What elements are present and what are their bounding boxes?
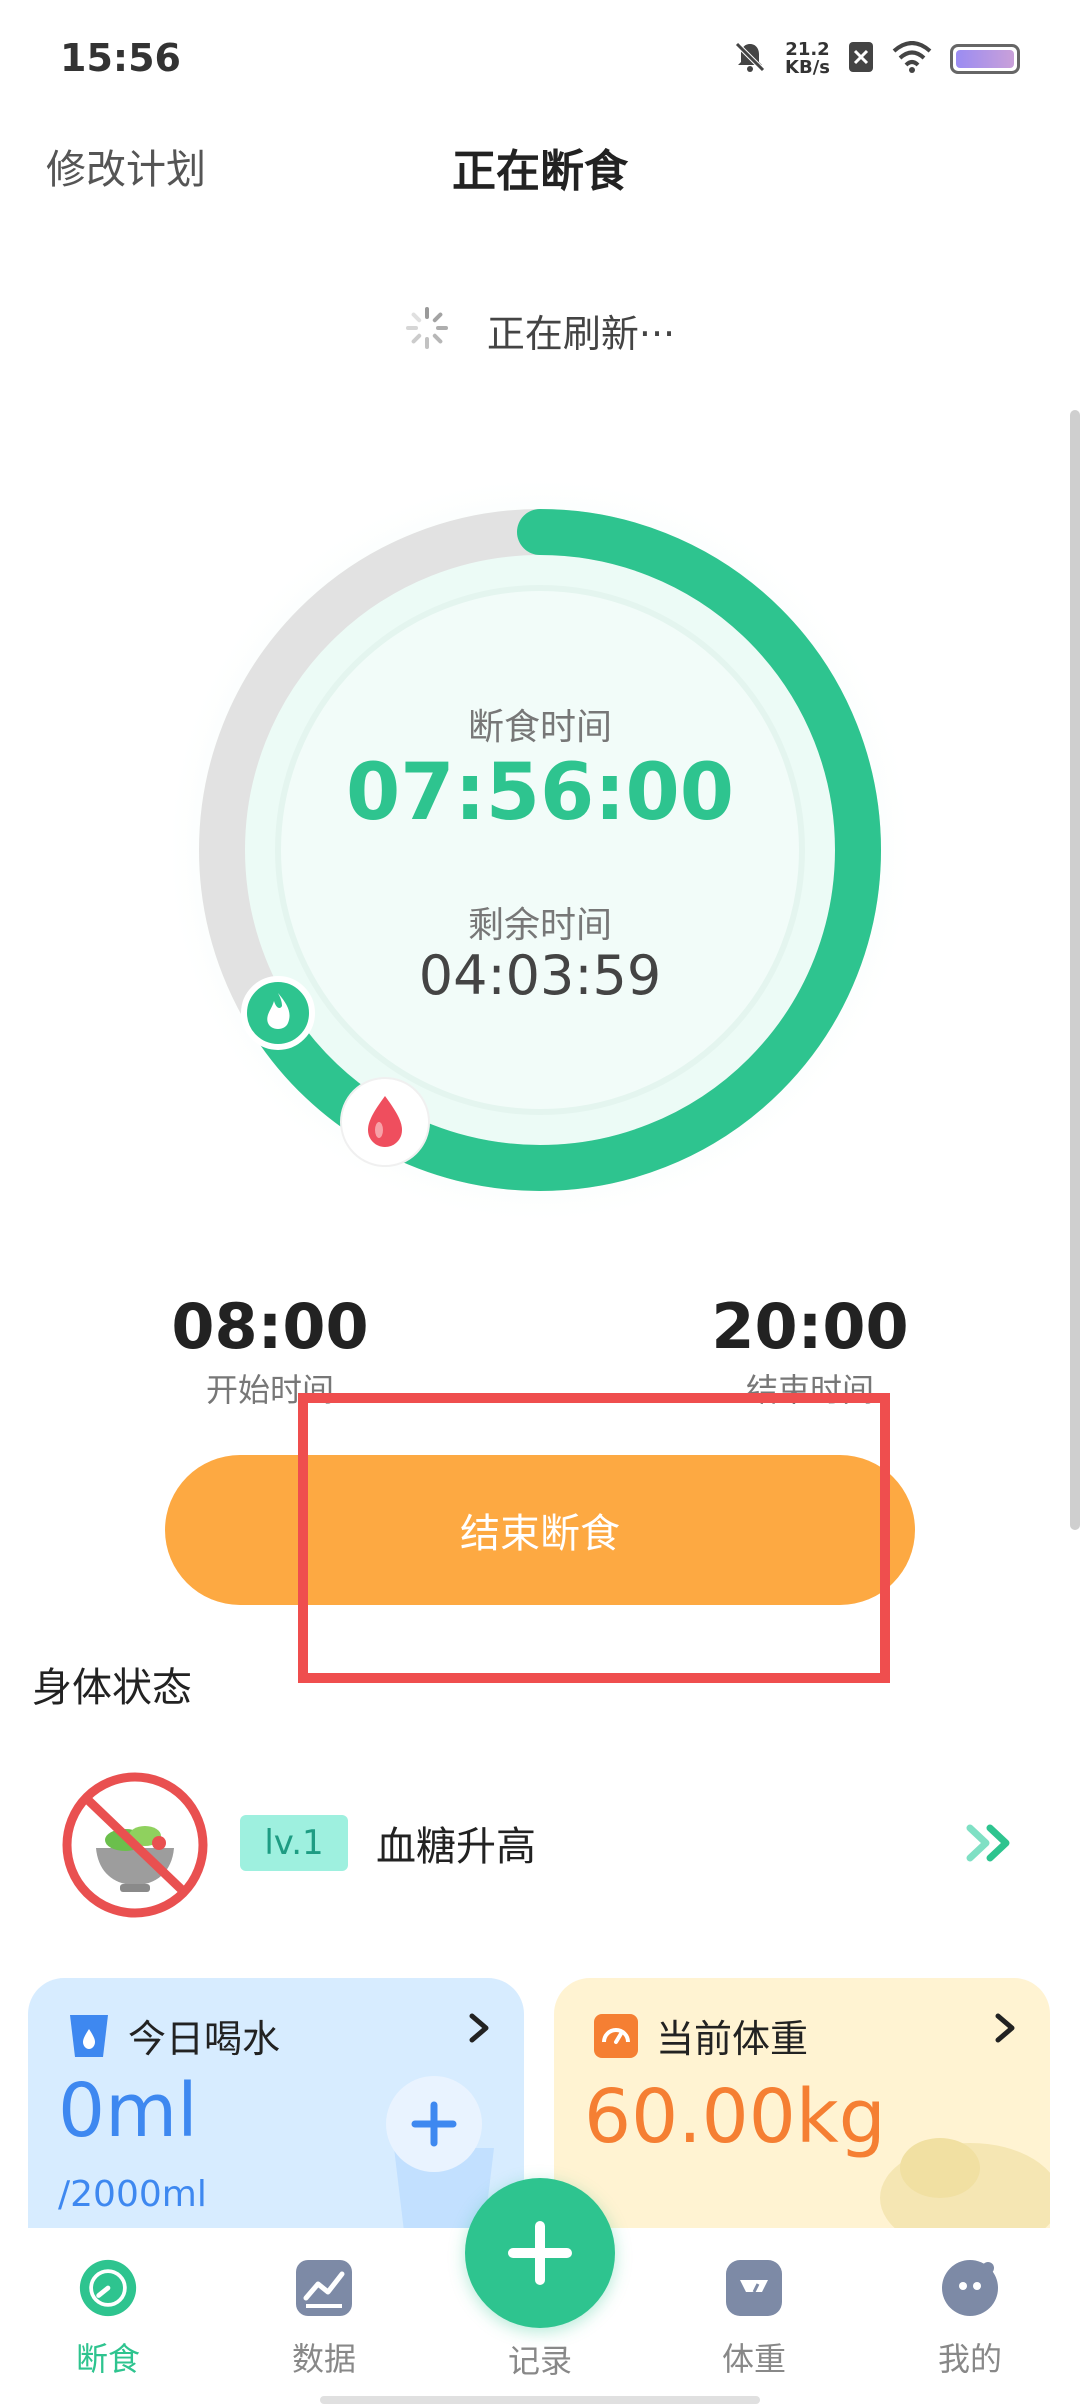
water-cup-icon [70,2014,108,2057]
body-status-row[interactable]: lv.1 血糖升高 [60,1770,1020,1920]
elapsed-label: 断食时间 [467,707,612,748]
tab-profile[interactable]: 我的 [890,2258,1050,2380]
body-status-title: 身体状态 [32,1665,192,1711]
battery-icon [950,44,1020,74]
tab-profile-label: 我的 [937,2340,1002,2378]
remaining-value: 04:03:59 [418,944,662,1007]
water-card-title: 今日喝水 [128,2017,281,2061]
body-status-description: 血糖升高 [376,1824,536,1870]
network-speed-unit: KB/s [785,57,830,78]
elapsed-value: 07:56:00 [345,748,735,838]
weight-card-title: 当前体重 [656,2017,809,2061]
no-food-bowl-icon [62,1772,208,1918]
current-weight-value: 60.00kg [584,2074,886,2160]
level-badge: lv.1 [240,1815,348,1871]
remaining-label: 剩余时间 [467,905,612,946]
weight-chevron-right-icon [995,2013,1015,2043]
profile-icon [940,2258,1000,2318]
mute-bell-icon [733,40,767,78]
tab-data[interactable]: 数据 [244,2258,404,2380]
scale-icon [724,2258,784,2318]
tab-data-label: 数据 [291,2340,356,2378]
plus-icon [411,2101,457,2147]
status-bar: 15:56 21.2 KB/s [0,0,1080,120]
water-card[interactable]: 今日喝水 0ml /2000ml [28,1978,524,2228]
status-time: 15:56 [60,36,181,80]
double-chevron-right-icon [966,1824,1010,1862]
weight-decoration-icon [880,2138,1050,2228]
weight-card[interactable]: 当前体重 60.00kg [554,1978,1050,2228]
water-intake-value: 0ml [58,2068,198,2154]
water-card-header: 今日喝水 [66,2008,280,2063]
tab-record-label: 记录 [507,2342,572,2380]
tab-weight[interactable]: 体重 [674,2258,834,2380]
chart-icon [294,2258,354,2318]
sim-blocked-icon [848,41,874,77]
page-title: 正在断食 [452,146,628,197]
highlight-annotation [298,1393,890,1683]
fasting-gauge-icon [78,2258,138,2318]
fasting-progress-ring: 断食时间 07:56:00 剩余时间 04:03:59 [160,470,920,1230]
network-speed: 21.2 KB/s [785,41,830,77]
tab-fasting-label: 断食 [75,2340,140,2378]
refresh-indicator: 正在刷新··· [0,300,1080,360]
loading-spinner-icon [405,306,449,354]
tab-fasting[interactable]: 断食 [28,2258,188,2380]
status-icons: 21.2 KB/s [733,40,1020,78]
wifi-icon [892,41,932,77]
add-record-button[interactable] [465,2178,615,2328]
tab-weight-label: 体重 [721,2340,786,2378]
refresh-text: 正在刷新··· [486,311,676,356]
plus-icon [508,2221,572,2285]
home-indicator [320,2396,760,2404]
water-goal: /2000ml [58,2174,207,2215]
weight-scale-icon [594,2013,638,2058]
water-chevron-right-icon [469,2013,489,2043]
end-time: 20:00 [711,1290,909,1363]
top-header: 修改计划 正在断食 [0,125,1080,205]
start-time: 08:00 [171,1290,369,1363]
weight-card-header: 当前体重 [592,2008,808,2063]
add-water-button[interactable] [386,2076,482,2172]
blood-drop-marker-icon [340,1077,430,1167]
progress-ring-svg [162,472,918,1228]
